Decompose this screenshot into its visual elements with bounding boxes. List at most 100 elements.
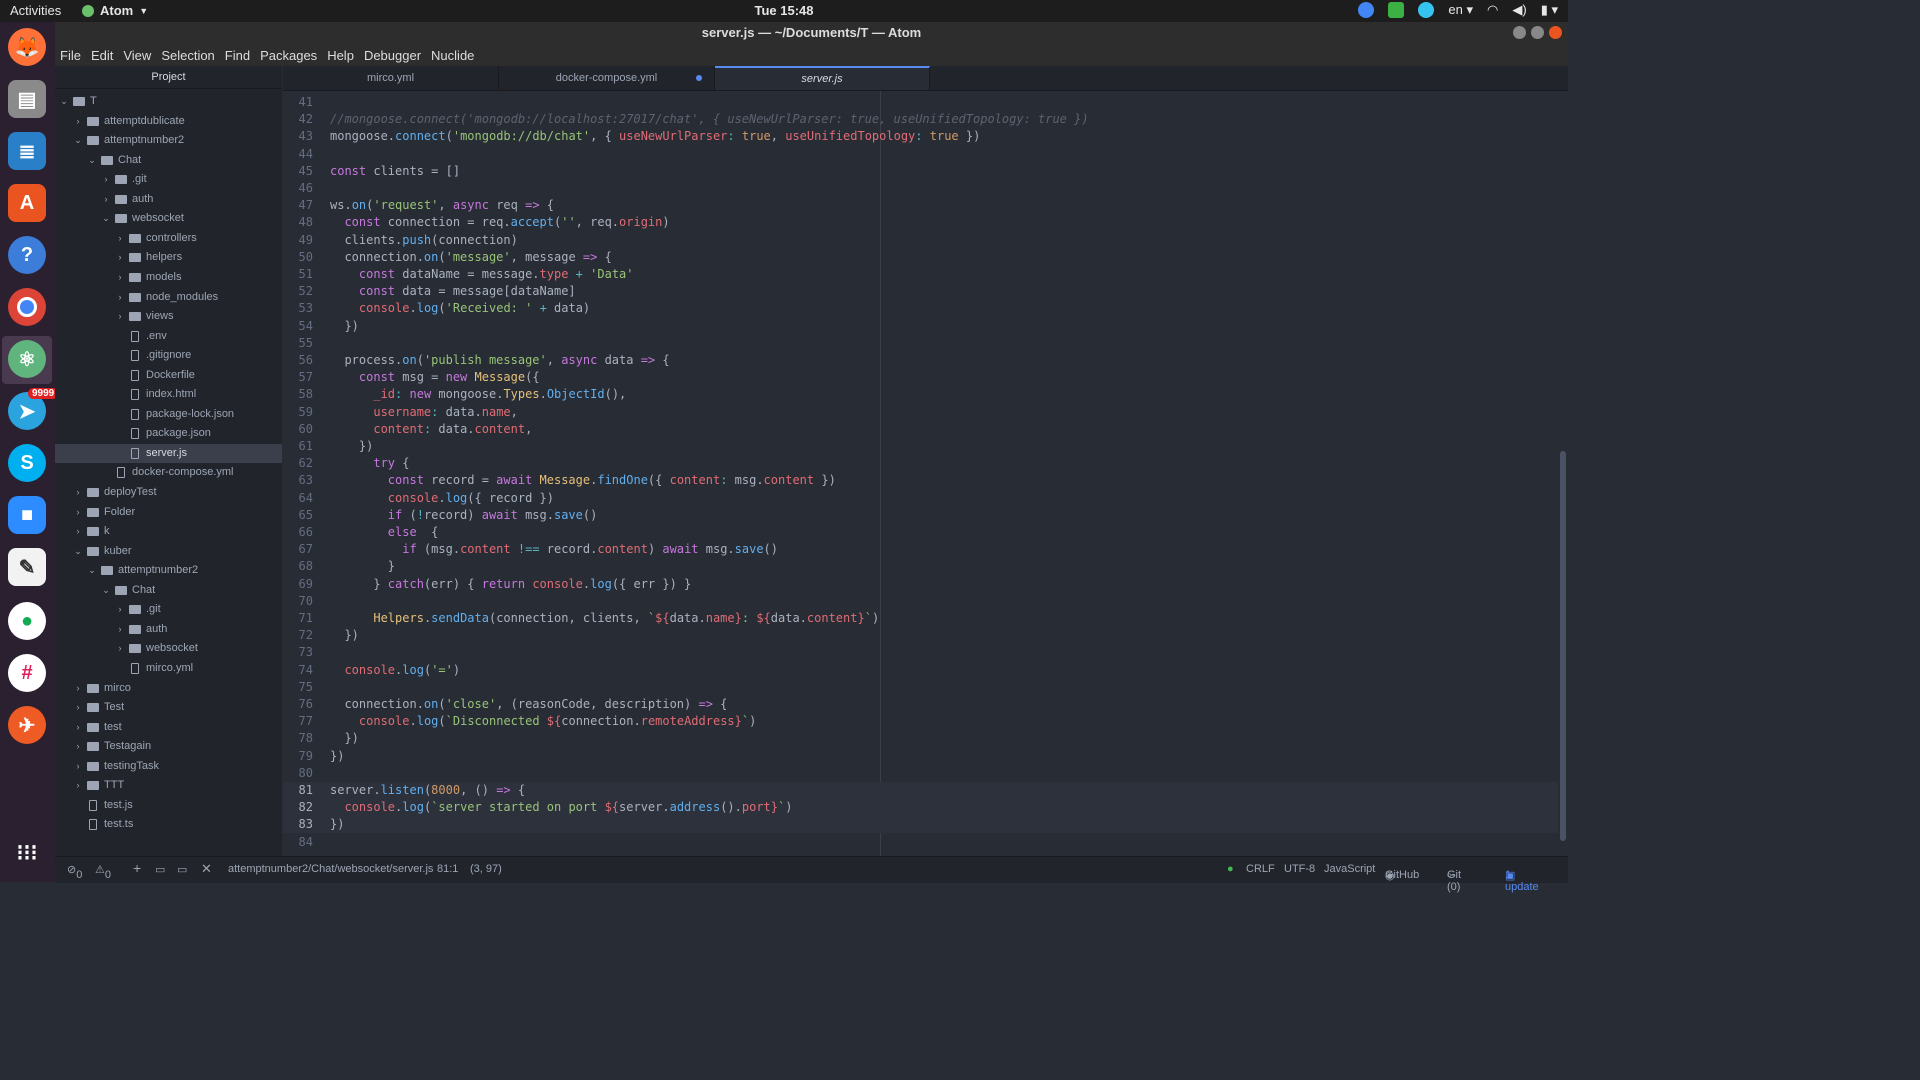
- chevron-down-icon[interactable]: ⌄: [87, 151, 97, 170]
- code-line[interactable]: 66 else {: [283, 524, 1558, 541]
- postman-icon[interactable]: ✈: [8, 706, 46, 744]
- code-line[interactable]: 42 //mongoose.connect('mongodb://localhos…: [283, 111, 1558, 128]
- tree-folder[interactable]: › Folder: [55, 503, 282, 522]
- tree-folder[interactable]: › Testagain: [55, 737, 282, 756]
- code-line[interactable]: 80: [283, 765, 1558, 782]
- code-line[interactable]: 83}): [283, 816, 1558, 834]
- minimize-button[interactable]: [1513, 26, 1526, 39]
- code-line[interactable]: 75: [283, 679, 1558, 696]
- add-icon[interactable]: +: [133, 860, 141, 876]
- line-ending[interactable]: CRLF: [1246, 863, 1275, 875]
- tree-file[interactable]: .env: [55, 327, 282, 346]
- code-editor[interactable]: 41 42 //mongoose.connect('mongodb://localh…: [283, 91, 1568, 856]
- wifi-icon[interactable]: ◠: [1487, 2, 1498, 18]
- chevron-right-icon[interactable]: ›: [115, 620, 125, 639]
- chevron-down-icon[interactable]: ⌄: [59, 92, 69, 111]
- code-line[interactable]: 84: [283, 834, 1558, 851]
- zoom-icon[interactable]: ■: [8, 496, 46, 534]
- code-line[interactable]: 77 console.log(`Disconnected ${connectio…: [283, 713, 1558, 730]
- code-line[interactable]: 57 const msg = new Message({: [283, 369, 1558, 386]
- tree-folder[interactable]: › websocket: [55, 639, 282, 658]
- tree-folder[interactable]: › controllers: [55, 229, 282, 248]
- chevron-right-icon[interactable]: ›: [73, 522, 83, 541]
- code-line[interactable]: 54 }): [283, 318, 1558, 335]
- code-line[interactable]: 50 connection.on('message', message => {: [283, 249, 1558, 266]
- menu-edit[interactable]: Edit: [86, 48, 118, 63]
- tree-file[interactable]: index.html: [55, 385, 282, 404]
- code-line[interactable]: 70: [283, 593, 1558, 610]
- code-line[interactable]: 41: [283, 94, 1558, 111]
- code-line[interactable]: 58 _id: new mongoose.Types.ObjectId(),: [283, 386, 1558, 403]
- app-menu[interactable]: Atom ▼: [82, 3, 148, 18]
- code-line[interactable]: 45 const clients = []: [283, 163, 1558, 180]
- code-line[interactable]: 49 clients.push(connection): [283, 232, 1558, 249]
- code-line[interactable]: 82 console.log(`server started on port $…: [283, 799, 1558, 817]
- tree-file[interactable]: server.js: [55, 443, 282, 463]
- code-line[interactable]: 55: [283, 335, 1558, 352]
- tree-folder[interactable]: › attemptdublicate: [55, 112, 282, 131]
- tree-folder[interactable]: › mirco: [55, 679, 282, 698]
- tree-folder[interactable]: › models: [55, 268, 282, 287]
- chevron-right-icon[interactable]: ›: [73, 483, 83, 502]
- code-line[interactable]: 62 try {: [283, 455, 1558, 472]
- terminal-icon[interactable]: ▭: [155, 863, 165, 876]
- tree-folder[interactable]: › views: [55, 307, 282, 326]
- tree-folder[interactable]: › node_modules: [55, 288, 282, 307]
- tree-file[interactable]: test.ts: [55, 815, 282, 834]
- code-line[interactable]: 74 console.log('='): [283, 662, 1558, 679]
- menu-packages[interactable]: Packages: [255, 48, 322, 63]
- code-line[interactable]: 46: [283, 180, 1558, 197]
- telegram-icon[interactable]: ➤ 9999: [8, 388, 59, 430]
- chevron-down-icon[interactable]: ⌄: [101, 209, 111, 228]
- volume-icon[interactable]: ◀): [1512, 2, 1526, 18]
- tree-folder[interactable]: › .git: [55, 600, 282, 619]
- skype-icon[interactable]: S: [8, 444, 46, 482]
- software-icon[interactable]: A: [8, 184, 46, 222]
- chevron-right-icon[interactable]: ›: [115, 307, 125, 326]
- chrome-icon[interactable]: [8, 288, 46, 326]
- code-line[interactable]: 71 Helpers.sendData(connection, clients,…: [283, 610, 1558, 627]
- chevron-right-icon[interactable]: ›: [73, 776, 83, 795]
- menu-file[interactable]: File: [55, 48, 86, 63]
- code-line[interactable]: 52 const data = message[dataName]: [283, 283, 1558, 300]
- vertical-scrollbar[interactable]: [1560, 451, 1566, 841]
- menu-selection[interactable]: Selection: [156, 48, 219, 63]
- battery-icon[interactable]: ▮ ▾: [1541, 2, 1558, 18]
- chevron-right-icon[interactable]: ›: [73, 698, 83, 717]
- tree-file[interactable]: docker-compose.yml: [55, 463, 282, 482]
- code-line[interactable]: 81 server.listen(8000, () => {: [283, 782, 1558, 799]
- chevron-right-icon[interactable]: ›: [101, 190, 111, 209]
- tree-file[interactable]: .gitignore: [55, 346, 282, 365]
- chevron-right-icon[interactable]: ›: [73, 503, 83, 522]
- code-line[interactable]: 43 mongoose.connect('mongodb://db/chat', …: [283, 128, 1558, 145]
- tree-folder[interactable]: › test: [55, 718, 282, 737]
- tab-docker-compose-yml[interactable]: docker-compose.yml: [499, 66, 715, 90]
- chevron-right-icon[interactable]: ›: [73, 718, 83, 737]
- code-line[interactable]: 73: [283, 644, 1558, 661]
- chevron-down-icon[interactable]: ⌄: [73, 131, 83, 150]
- code-line[interactable]: 48 const connection = req.accept('', req…: [283, 214, 1558, 231]
- tree-folder[interactable]: ⌄ T: [55, 92, 282, 111]
- code-line[interactable]: 67 if (msg.content !== record.content) a…: [283, 541, 1558, 558]
- tree-folder[interactable]: › auth: [55, 190, 282, 209]
- chevron-right-icon[interactable]: ›: [101, 170, 111, 189]
- code-line[interactable]: 56 process.on('publish message', async d…: [283, 352, 1558, 369]
- code-line[interactable]: 59 username: data.name,: [283, 404, 1558, 421]
- file-path[interactable]: attemptnumber2/Chat/websocket/server.js: [228, 863, 433, 875]
- tree-file[interactable]: package.json: [55, 424, 282, 443]
- cursor-position[interactable]: 81:1: [437, 863, 458, 875]
- menu-help[interactable]: Help: [322, 48, 359, 63]
- code-line[interactable]: 69 } catch(err) { return console.log({ e…: [283, 576, 1558, 593]
- warning-count[interactable]: ⚠ 0: [95, 863, 111, 881]
- chevron-down-icon[interactable]: ⌄: [101, 581, 111, 600]
- tree-folder[interactable]: › TTT: [55, 776, 282, 795]
- chevron-down-icon[interactable]: ⌄: [87, 561, 97, 580]
- menu-nuclide[interactable]: Nuclide: [426, 48, 479, 63]
- code-line[interactable]: 60 content: data.content,: [283, 421, 1558, 438]
- menu-view[interactable]: View: [118, 48, 156, 63]
- help-icon[interactable]: ?: [8, 236, 46, 274]
- tree-folder[interactable]: ⌄ Chat: [55, 581, 282, 600]
- code-line[interactable]: 51 const dataName = message.type + 'Data…: [283, 266, 1558, 283]
- activities-button[interactable]: Activities: [10, 3, 61, 18]
- slack-tray-icon[interactable]: [1418, 2, 1435, 18]
